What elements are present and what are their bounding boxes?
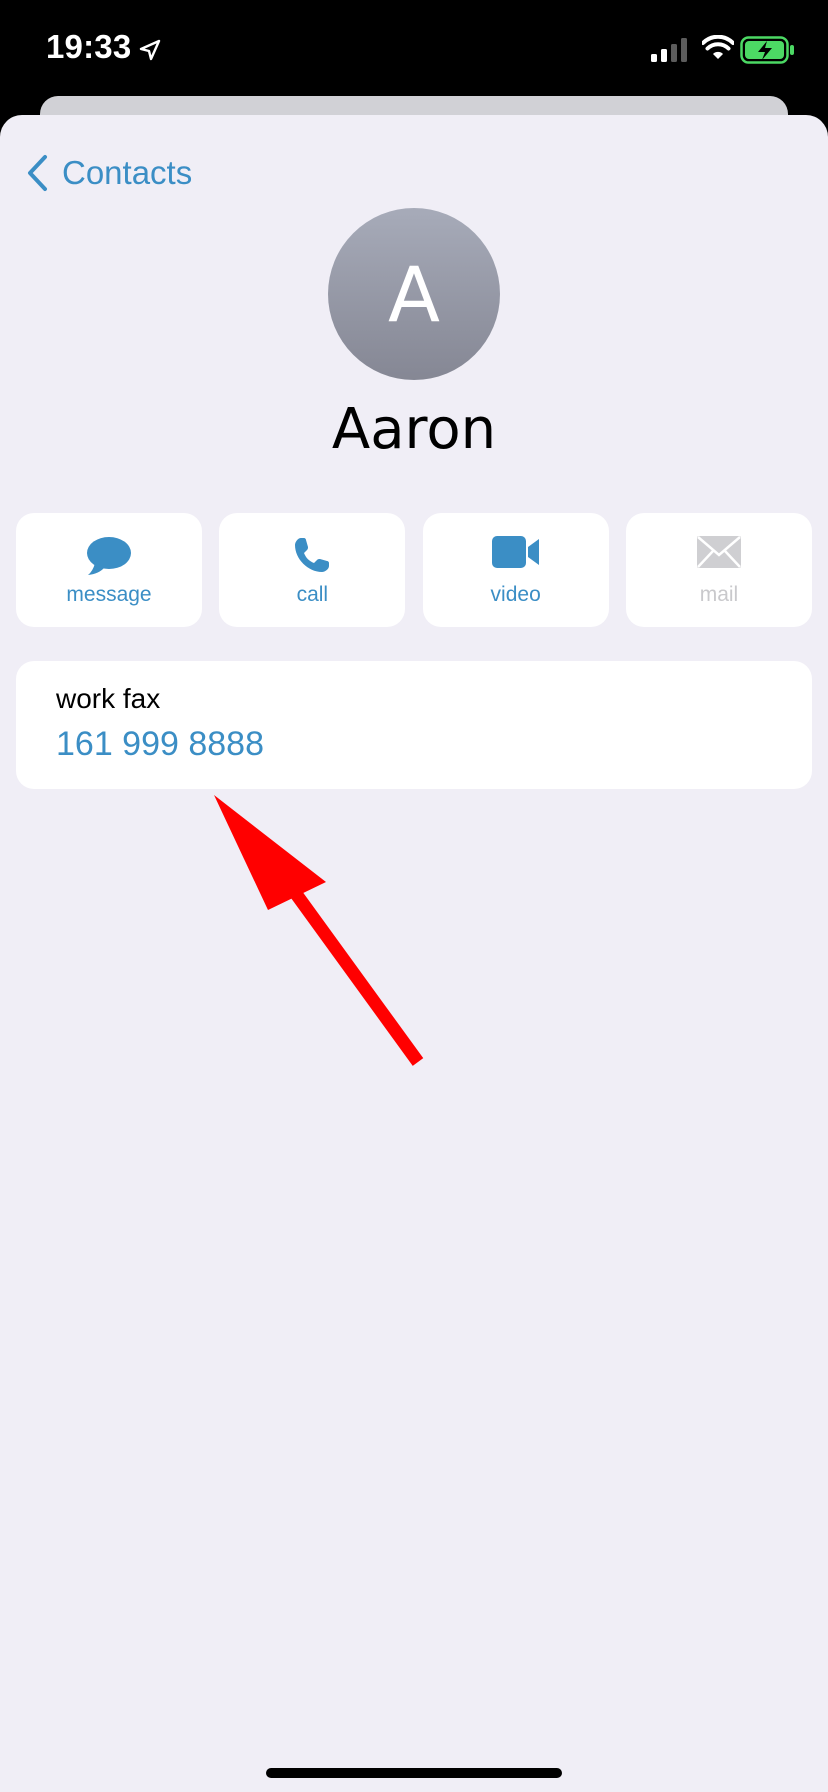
message-button-label: message [66, 583, 152, 606]
quick-actions: message call video mail [16, 513, 812, 627]
back-button[interactable]: Contacts [26, 151, 192, 195]
wifi-icon [702, 35, 734, 59]
field-label: work fax [56, 683, 161, 714]
status-bar: 19:33 [0, 0, 828, 100]
call-button-label: call [296, 583, 329, 606]
cellular-signal-icon [651, 38, 687, 62]
chevron-left-icon [28, 155, 47, 191]
mail-envelope-icon [696, 536, 741, 568]
location-arrow-icon [139, 39, 161, 61]
mail-button[interactable]: mail [625, 513, 812, 627]
video-camera-icon [491, 536, 539, 568]
back-button-label: Contacts [62, 154, 193, 191]
mail-button-label: mail [699, 583, 739, 606]
call-button[interactable]: call [219, 513, 406, 627]
message-bubble-icon [87, 537, 131, 575]
message-button[interactable]: message [16, 513, 202, 627]
status-time: 19:33 [46, 28, 132, 65]
phone-icon [295, 538, 330, 572]
battery-charging-icon [740, 36, 794, 64]
field-value[interactable]: 161 999 8888 [56, 725, 264, 764]
home-indicator [266, 1768, 562, 1778]
contact-name: Aaron [331, 397, 497, 462]
avatar-initial: A [388, 249, 440, 339]
work-fax-field[interactable]: work fax 161 999 8888 [16, 661, 812, 789]
avatar: A [328, 208, 500, 380]
video-button-label: video [490, 583, 541, 606]
video-button[interactable]: video [422, 513, 609, 627]
red-annotation-arrow [214, 795, 424, 1066]
